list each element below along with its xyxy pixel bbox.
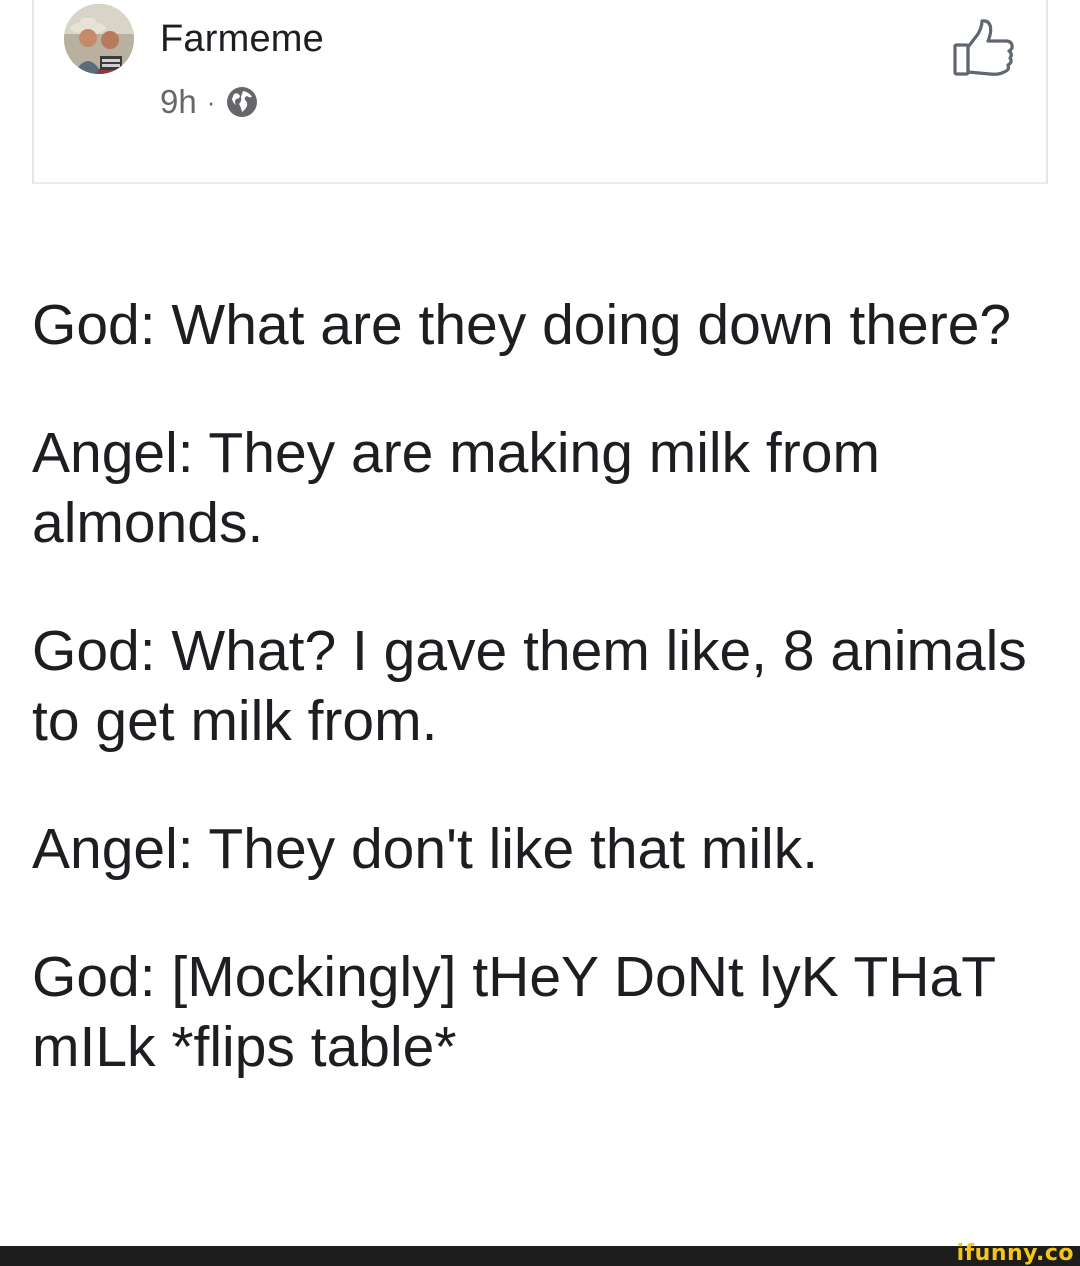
author-name[interactable]: Farmeme bbox=[160, 18, 324, 61]
meta-separator: · bbox=[206, 86, 216, 117]
post-paragraph: God: [Mockingly] tHeY DoNt lyK THaT mILk… bbox=[32, 945, 996, 1079]
watermark-bar bbox=[0, 1246, 1080, 1266]
post-paragraph: Angel: They are making milk from almonds… bbox=[32, 421, 880, 555]
thumbs-up-outline-icon[interactable] bbox=[952, 18, 1016, 78]
post-timestamp[interactable]: 9h bbox=[160, 83, 197, 121]
post-meta: 9h · bbox=[160, 80, 259, 124]
post-header: Farmeme 9h · bbox=[32, 0, 1048, 184]
post-paragraph: God: What are they doing down there? bbox=[32, 293, 1012, 357]
ifunny-watermark: ifunny.co bbox=[956, 1241, 1074, 1266]
author-avatar[interactable] bbox=[64, 4, 134, 74]
post-paragraph: Angel: They don't like that milk. bbox=[32, 817, 819, 881]
globe-icon bbox=[227, 87, 258, 117]
avatar-photo-icon bbox=[64, 4, 134, 74]
post-paragraph: God: What? I gave them like, 8 animals t… bbox=[32, 619, 1027, 753]
post-text: God: What are they doing down there? Ang… bbox=[32, 290, 1072, 1082]
